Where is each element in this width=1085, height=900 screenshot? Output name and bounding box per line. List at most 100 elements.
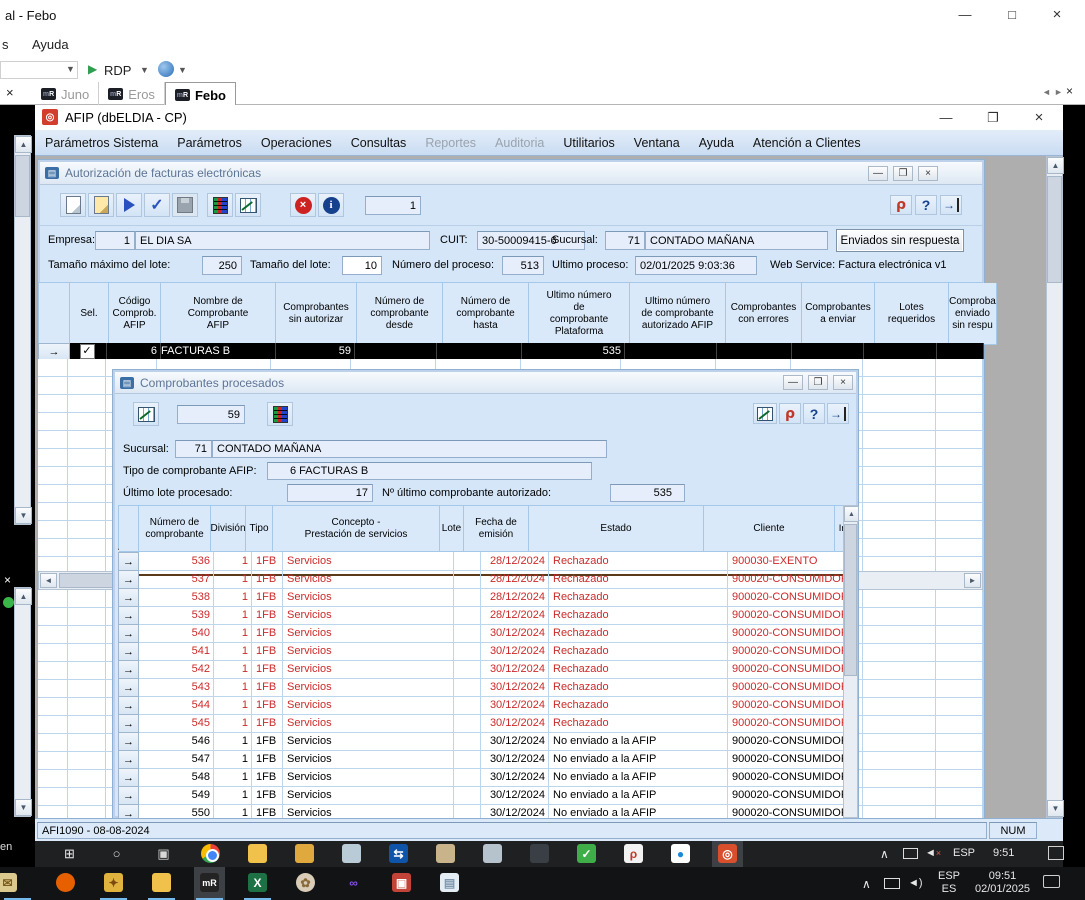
batch-list-icon[interactable] xyxy=(207,193,233,217)
table-row[interactable]: →54811FBServicios30/12/2024No enviado a … xyxy=(118,768,843,786)
proc-close-button[interactable]: × xyxy=(833,375,853,390)
column-header[interactable]: Sel. xyxy=(70,283,109,345)
table-row[interactable]: →54611FBServicios30/12/2024No enviado a … xyxy=(118,732,843,750)
host-menu-partial[interactable]: s xyxy=(2,37,9,52)
mdi-vscrollbar[interactable]: ▲ ▼ xyxy=(1046,156,1063,818)
tam-field[interactable]: 10 xyxy=(342,256,382,275)
show-desktop-button[interactable] xyxy=(1048,846,1064,860)
column-header[interactable]: Tipo xyxy=(246,506,273,552)
table-row[interactable]: →54511FBServicios30/12/2024Rechazado9000… xyxy=(118,714,843,732)
afip-restore-button[interactable]: ❐ xyxy=(977,106,1009,130)
new-document-icon[interactable] xyxy=(60,193,86,217)
exit-icon[interactable]: → xyxy=(827,403,849,424)
column-header[interactable]: Código Comprob. AFIP xyxy=(109,283,161,345)
enviados-sin-respuesta-button[interactable]: Enviados sin respuesta xyxy=(836,229,964,252)
host-minimize-button[interactable]: — xyxy=(948,3,982,27)
info-icon[interactable]: i xyxy=(318,193,344,217)
empresa-num-field[interactable]: 1 xyxy=(95,231,135,250)
table-row[interactable]: →54011FBServicios30/12/2024Rechazado9000… xyxy=(118,624,843,642)
menu-ventana[interactable]: Ventana xyxy=(634,136,680,150)
tab-close-icon[interactable]: × xyxy=(1066,84,1073,98)
left-scrollbar-upper[interactable]: ▲ ▼ xyxy=(14,135,31,525)
globe-dropdown-icon[interactable]: ▼ xyxy=(178,65,187,75)
network-icon[interactable] xyxy=(884,878,900,889)
proc-restore-button[interactable]: ❐ xyxy=(808,375,828,390)
column-header[interactable]: Comprobantes con errores xyxy=(726,283,802,345)
column-header[interactable]: Comprobantes a enviar xyxy=(802,283,875,345)
table-row[interactable]: →54311FBServicios30/12/2024Rechazado9000… xyxy=(118,678,843,696)
network-display-icon[interactable] xyxy=(903,848,918,859)
table-view-icon[interactable] xyxy=(753,403,777,424)
sucursal-num-field[interactable]: 71 xyxy=(605,231,645,250)
chrome-icon[interactable] xyxy=(201,844,220,863)
menu-parámetros-sistema[interactable]: Parámetros Sistema xyxy=(45,136,158,150)
column-header[interactable]: Cliente xyxy=(704,506,835,552)
grid-export-icon[interactable] xyxy=(133,402,159,426)
confirm-icon[interactable]: ✓ xyxy=(144,193,170,217)
start-button[interactable]: ⊞ xyxy=(60,844,79,863)
tray-language[interactable]: ESP ES xyxy=(938,870,960,896)
tray-chevron-icon[interactable]: ∧ xyxy=(880,847,889,861)
table-row[interactable]: →55011FBServicios30/12/2024No enviado a … xyxy=(118,804,843,818)
terminal-app-icon[interactable] xyxy=(530,844,549,863)
column-header[interactable]: Fecha de emisión xyxy=(464,506,529,552)
speaker-icon[interactable]: ◄) xyxy=(908,877,923,889)
search-icon[interactable]: ○ xyxy=(107,844,126,863)
teamviewer-icon[interactable]: ⇆ xyxy=(389,844,408,863)
menu-utilitarios[interactable]: Utilitarios xyxy=(563,136,614,150)
file-explorer-icon[interactable] xyxy=(248,844,267,863)
table-row[interactable]: →54111FBServicios30/12/2024Rechazado9000… xyxy=(118,642,843,660)
column-header[interactable]: Ultimo número de comprobante Plataforma xyxy=(529,283,630,345)
task-view-icon[interactable]: ▣ xyxy=(154,844,173,863)
notebook-app-icon[interactable] xyxy=(436,844,455,863)
globe-icon[interactable] xyxy=(158,61,174,77)
muted-speaker-icon[interactable]: ◄× xyxy=(925,847,941,859)
rdp-connect-icon[interactable]: ▶ xyxy=(88,62,97,76)
proc-minimize-button[interactable]: — xyxy=(783,375,803,390)
rdp-label[interactable]: RDP xyxy=(104,63,131,78)
column-header[interactable]: Estado xyxy=(529,506,704,552)
menu-parámetros[interactable]: Parámetros xyxy=(177,136,242,150)
column-header[interactable]: Ultimo número de comprobante autorizado … xyxy=(630,283,726,345)
auth-close-button[interactable]: × xyxy=(918,166,938,181)
help-icon[interactable]: ? xyxy=(803,403,825,424)
save-icon[interactable] xyxy=(172,193,198,217)
table-row[interactable]: →54711FBServicios30/12/2024No enviado a … xyxy=(118,750,843,768)
app-window-icon[interactable] xyxy=(342,844,361,863)
table-row[interactable]: →54411FBServicios30/12/2024Rechazado9000… xyxy=(118,696,843,714)
excel-icon[interactable]: X xyxy=(248,873,267,892)
mail-icon[interactable]: ✉ xyxy=(0,873,17,892)
table-row[interactable]: →54911FBServicios30/12/2024No enviado a … xyxy=(118,786,843,804)
column-header[interactable]: Lote xyxy=(440,506,464,552)
column-header[interactable]: Número de comprobante xyxy=(139,506,211,552)
column-header[interactable]: Comproba enviado sin respu xyxy=(949,283,997,345)
afip-close-button[interactable]: × xyxy=(1023,106,1055,130)
hscroll-left-icon[interactable]: ◄ xyxy=(40,573,57,588)
tab-juno[interactable]: mRJuno xyxy=(32,82,99,106)
mremoteng-icon[interactable]: mR xyxy=(200,873,219,892)
column-header[interactable]: Concepto - Prestación de servicios xyxy=(273,506,440,552)
file-explorer-icon[interactable] xyxy=(152,873,171,892)
checkbox-checked-icon[interactable]: ✓ xyxy=(80,344,95,359)
column-header[interactable]: Lotes requeridos xyxy=(875,283,949,345)
table-row[interactable]: →53811FBServicios28/12/2024Rechazado9000… xyxy=(118,588,843,606)
hscroll-right-icon[interactable]: ► xyxy=(964,573,981,588)
rdp-dropdown-icon[interactable]: ▼ xyxy=(140,65,149,75)
db-tools-icon[interactable]: ✦ xyxy=(104,873,123,892)
host-maximize-button[interactable]: □ xyxy=(995,3,1029,27)
main-grid-selected-row[interactable]: →✓6FACTURAS B59535 xyxy=(38,343,983,359)
run-process-icon[interactable] xyxy=(116,193,142,217)
panel-close-icon[interactable]: × xyxy=(6,85,14,100)
afip-app-icon[interactable]: ◎ xyxy=(718,844,737,863)
menu-operaciones[interactable]: Operaciones xyxy=(261,136,332,150)
exit-icon[interactable]: → xyxy=(940,195,962,215)
app-window2-icon[interactable] xyxy=(483,844,502,863)
tray-clock[interactable]: 9:51 xyxy=(993,847,1014,859)
left-scrollbar-lower[interactable]: ▲ ▼ xyxy=(14,587,31,817)
picture-manager-icon[interactable]: ▣ xyxy=(392,873,411,892)
process-count-field[interactable]: 1 xyxy=(365,196,421,215)
column-header[interactable]: Número de comprobante desde xyxy=(357,283,443,345)
column-header[interactable]: Número de comprobante hasta xyxy=(443,283,529,345)
host-close-button[interactable]: × xyxy=(1040,3,1074,27)
column-header[interactable]: Comprobantes sin autorizar xyxy=(276,283,357,345)
